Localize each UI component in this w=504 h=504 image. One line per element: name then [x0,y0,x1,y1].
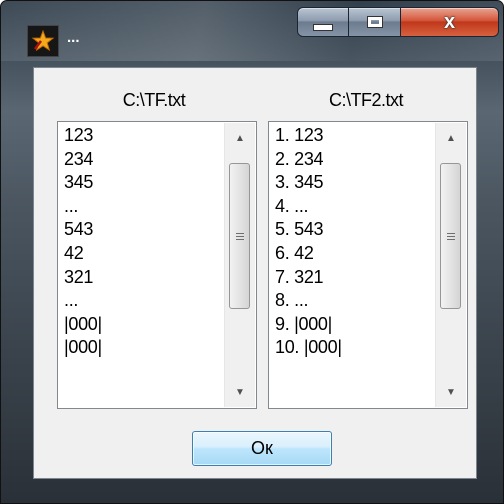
scroll-up-arrow-icon[interactable]: ▲ [436,123,466,153]
right-vertical-scrollbar[interactable]: ▲ ▼ [435,123,466,407]
left-list-items: 123 234 345 ... 543 42 321 ... |000| |00… [64,124,224,360]
scroll-down-arrow-icon[interactable]: ▼ [225,377,255,407]
list-item[interactable]: 123 [64,124,224,148]
left-file-label: C:\TF.txt [122,90,186,110]
left-vertical-scrollbar[interactable]: ▲ ▼ [224,123,255,407]
list-item[interactable]: 234 [64,148,224,172]
maximize-icon [366,16,383,28]
right-file-label: C:\TF2.txt [328,90,404,110]
right-list-items: 1. 123 2. 234 3. 345 4. ... 5. 543 6. 42… [275,124,435,360]
list-item[interactable]: 10. |000| [275,336,435,360]
list-item[interactable]: 1. 123 [275,124,435,148]
list-item[interactable]: 345 [64,171,224,195]
right-listbox[interactable]: 1. 123 2. 234 3. 345 4. ... 5. 543 6. 42… [268,121,468,409]
scroll-up-arrow-icon[interactable]: ▲ [225,123,255,153]
list-item[interactable]: 2. 234 [275,148,435,172]
star-app-icon[interactable] [27,25,59,57]
grip-icon [235,232,244,240]
list-item[interactable]: ... [64,195,224,219]
scroll-thumb[interactable] [440,163,461,309]
list-item[interactable]: 9. |000| [275,313,435,337]
minimize-button[interactable] [297,7,349,37]
grip-icon [446,232,455,240]
caption-buttons: x [297,7,499,39]
ok-button[interactable]: Oк [192,431,332,466]
dialog-client-area: C:\TF.txt C:\TF2.txt 123 234 345 ... 543… [33,67,477,479]
scroll-down-arrow-icon[interactable]: ▼ [436,377,466,407]
window-title: ... [67,29,80,46]
scroll-thumb[interactable] [229,163,250,309]
close-icon: x [443,11,456,33]
list-item[interactable]: ... [64,289,224,313]
list-item[interactable]: 7. 321 [275,266,435,290]
title-bar[interactable]: ... x [1,1,503,65]
list-item[interactable]: 321 [64,266,224,290]
list-item[interactable]: 4. ... [275,195,435,219]
list-item[interactable]: 5. 543 [275,218,435,242]
minimize-icon [313,23,333,31]
list-item[interactable]: 42 [64,242,224,266]
star-icon-graphic [31,29,55,52]
list-item[interactable]: 8. ... [275,289,435,313]
list-item[interactable]: |000| [64,336,224,360]
list-item[interactable]: 3. 345 [275,171,435,195]
list-item[interactable]: 543 [64,218,224,242]
dialog-window: ... x C:\TF.txt C:\TF2.txt 123 234 345 .… [0,0,504,504]
list-item[interactable]: 6. 42 [275,242,435,266]
maximize-button[interactable] [349,7,401,37]
list-item[interactable]: |000| [64,313,224,337]
left-listbox[interactable]: 123 234 345 ... 543 42 321 ... |000| |00… [57,121,257,409]
close-button[interactable]: x [401,7,499,37]
